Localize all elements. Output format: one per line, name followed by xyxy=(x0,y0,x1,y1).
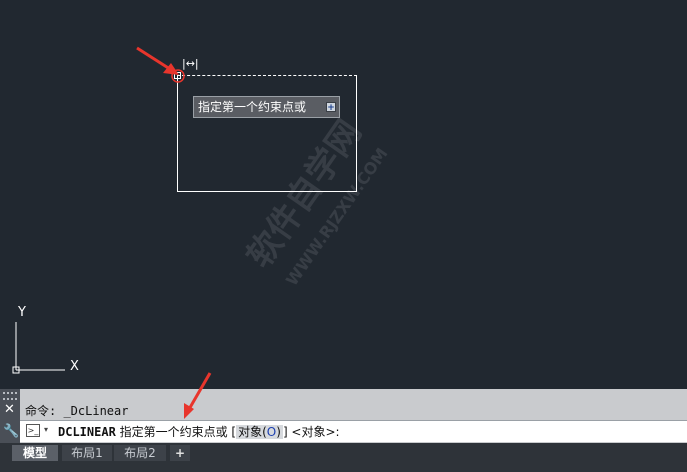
chevron-down-icon[interactable]: ▾ xyxy=(44,425,48,434)
wrench-icon[interactable]: 🔧 xyxy=(3,425,19,439)
layout-tabs: 模型 布局1 布局2 + xyxy=(0,443,687,472)
annotation-circle xyxy=(171,69,185,83)
dynamic-input-tooltip: 指定第一个约束点或 + xyxy=(193,96,340,118)
drawing-canvas[interactable]: 软件自学网 WWW.RJZXW.COM |↔| 指定第一个约束点或 + Y X xyxy=(0,0,687,389)
tab-layout2[interactable]: 布局2 xyxy=(114,445,166,461)
ucs-x-label: X xyxy=(70,359,79,374)
command-name: DCLINEAR xyxy=(58,425,116,439)
command-prompt: 指定第一个约束点或 [ xyxy=(115,425,237,439)
command-history: 命令: _DcLinear xyxy=(25,404,129,418)
command-input[interactable]: >_ ▾ DCLINEAR 指定第一个约束点或 [对象(O)] <对象>: xyxy=(20,420,687,442)
grip-icon[interactable] xyxy=(3,392,17,400)
tab-model[interactable]: 模型 xyxy=(12,445,58,461)
tooltip-text: 指定第一个约束点或 xyxy=(198,100,307,114)
ucs-y-label: Y xyxy=(17,305,26,320)
expand-options-icon[interactable]: + xyxy=(326,102,336,113)
option-key: O xyxy=(266,425,277,439)
command-panel-handle[interactable]: ✕ 🔧 xyxy=(0,389,20,443)
command-prompt-text: DCLINEAR 指定第一个约束点或 [对象(O)] <对象>: xyxy=(58,423,340,441)
close-icon[interactable]: ✕ xyxy=(4,403,15,417)
selection-rectangle xyxy=(177,75,357,192)
add-layout-button[interactable]: + xyxy=(170,445,190,461)
annotation-arrow-bottom xyxy=(184,372,212,419)
command-prompt-tail: ] <对象>: xyxy=(282,425,340,439)
tab-layout1[interactable]: 布局1 xyxy=(62,445,112,461)
option-close: ) xyxy=(276,425,281,439)
command-line-panel: ✕ 🔧 命令: _DcLinear >_ ▾ DCLINEAR 指定第一个约束点… xyxy=(0,372,687,443)
option-object[interactable]: 对象(O) xyxy=(236,425,283,439)
command-prompt-icon[interactable]: >_ xyxy=(26,424,40,437)
option-label: 对象( xyxy=(238,425,267,439)
ucs-icon: Y X xyxy=(12,305,79,374)
